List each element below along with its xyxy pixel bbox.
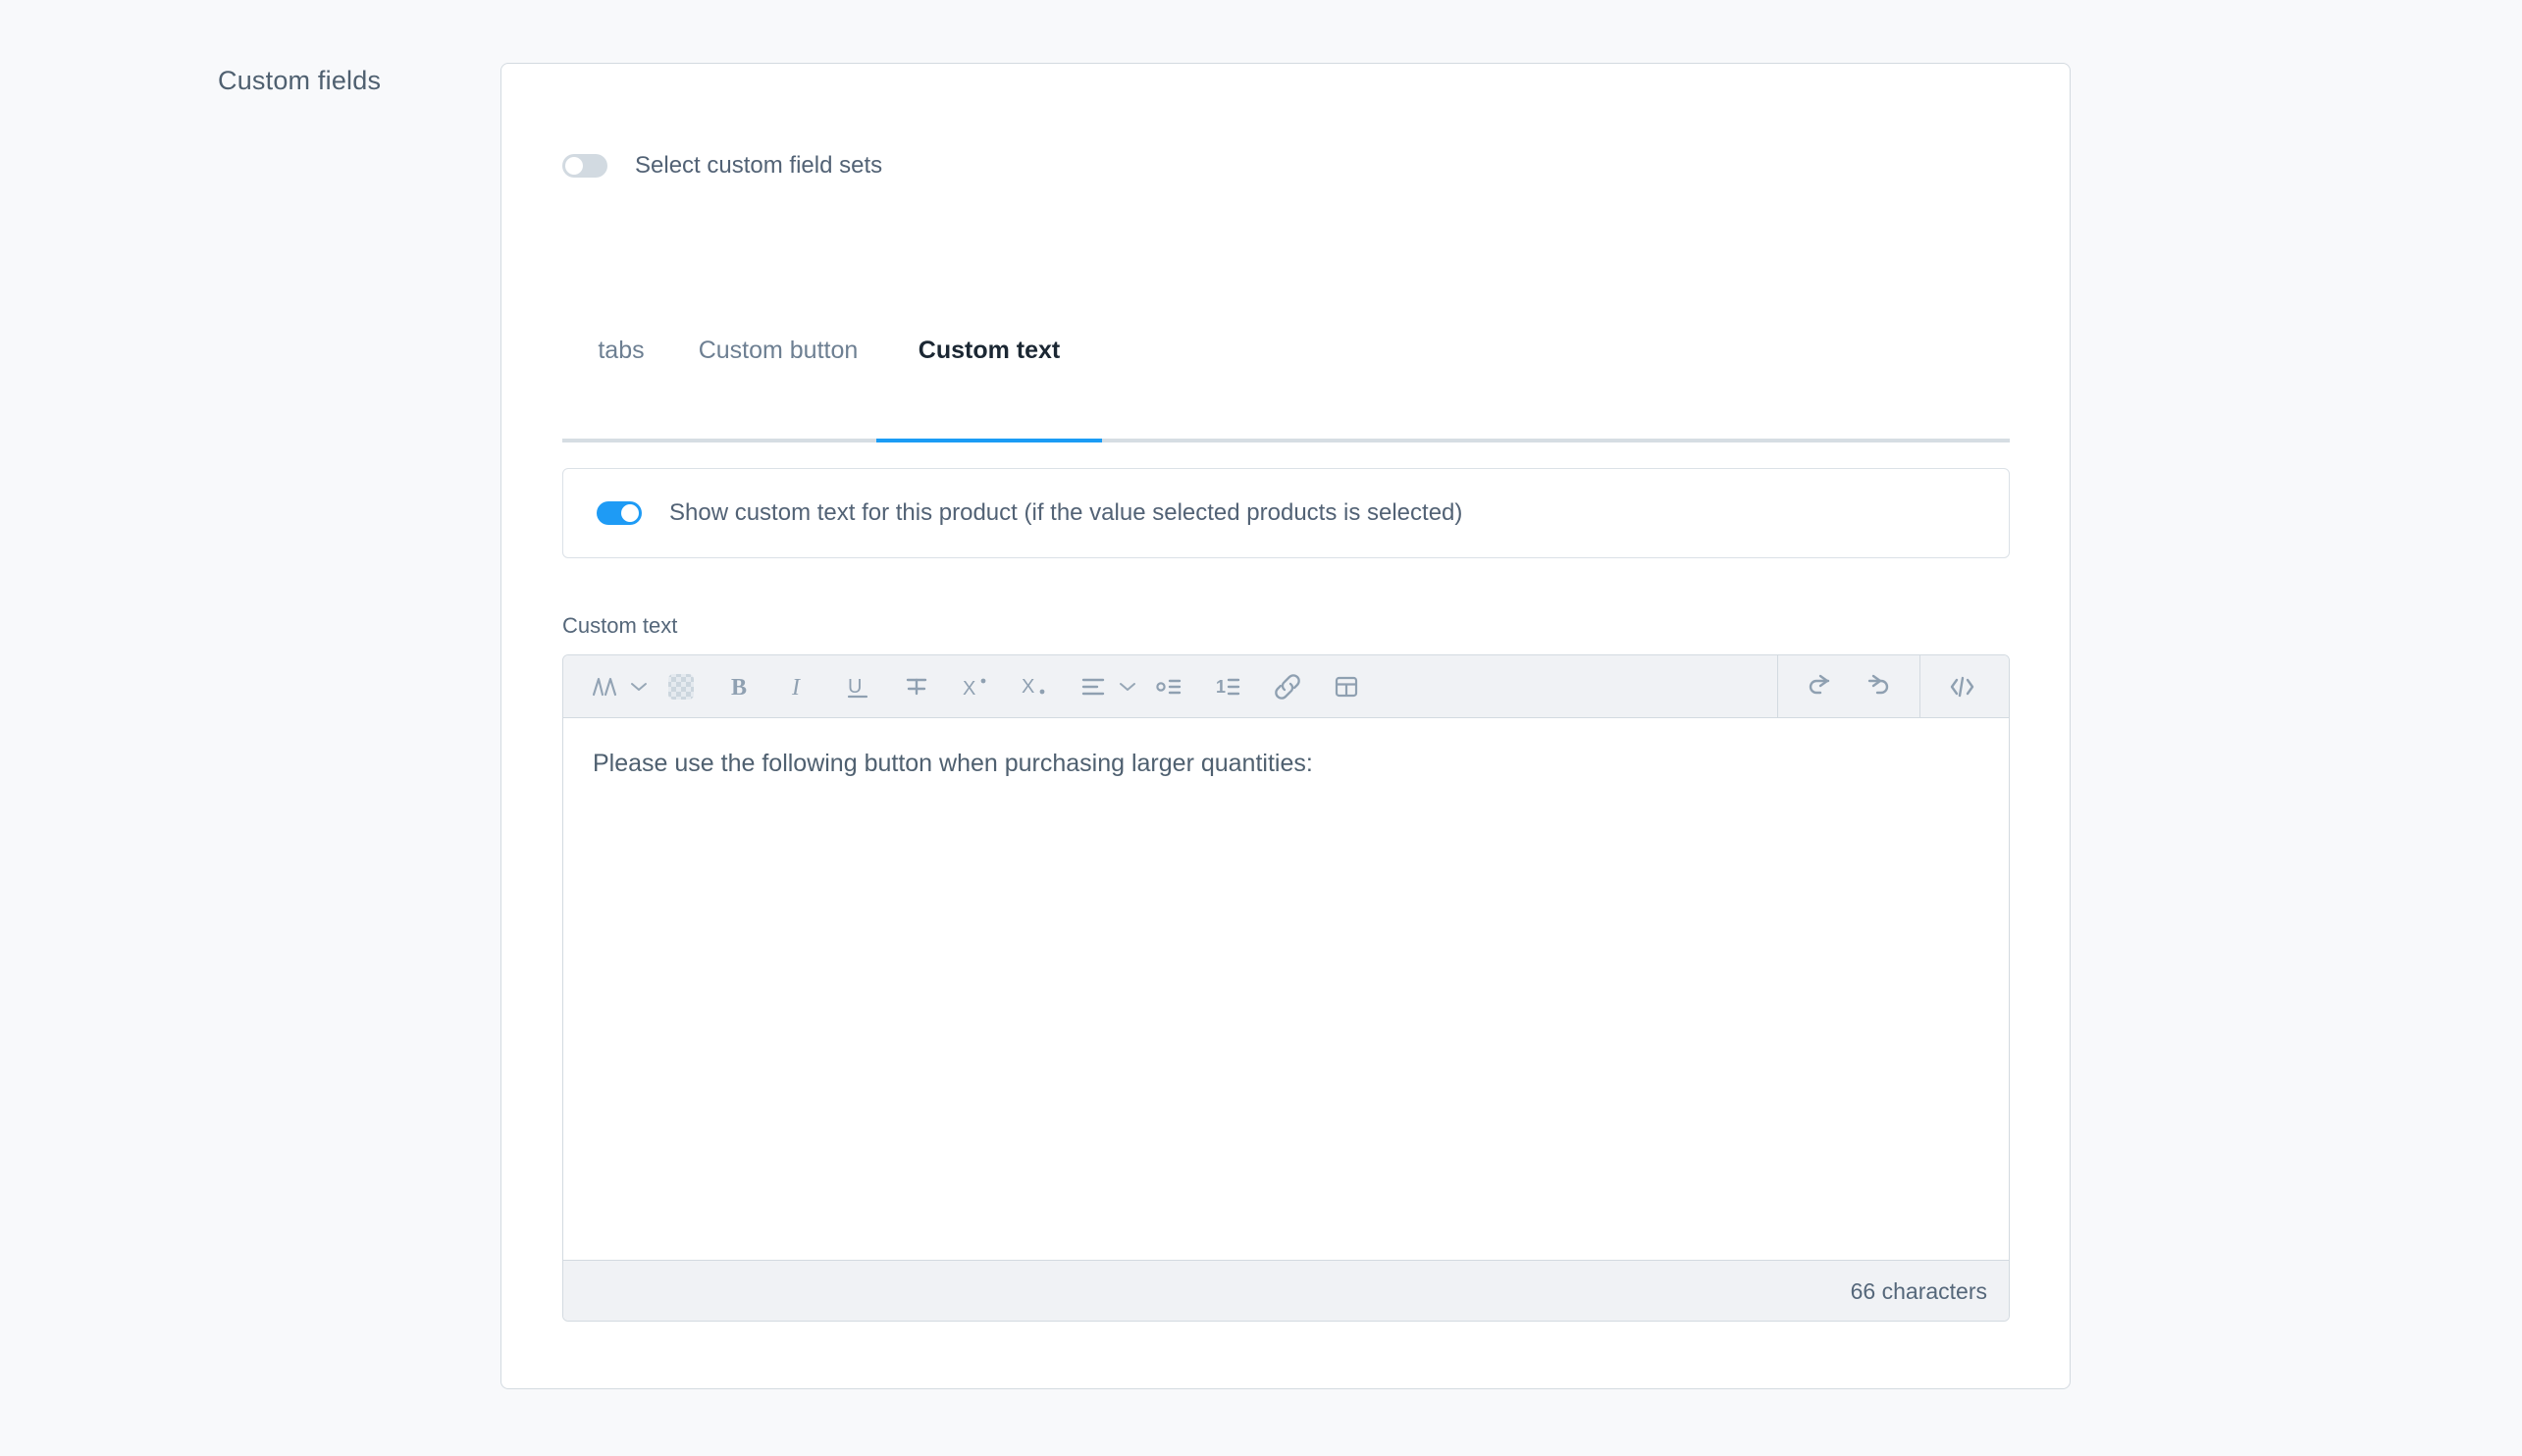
source-code-icon[interactable] [1939,664,1984,709]
table-icon[interactable] [1324,664,1369,709]
tab-custom-text[interactable]: Custom text [876,327,1102,437]
svg-text:I: I [791,675,801,701]
redo-icon[interactable] [1856,664,1901,709]
editor-toolbar-left-group: B I U X X 1 [563,664,1376,709]
tab-tabs[interactable]: tabs [562,327,680,437]
editor-content[interactable]: Please use the following button when pur… [563,718,2009,1260]
subscript-icon[interactable]: X [1012,664,1057,709]
chevron-down-icon[interactable] [1119,681,1136,693]
rich-text-editor: B I U X X 1 Please use the following but… [562,654,2010,1322]
numbered-list-icon[interactable]: 1 [1206,664,1251,709]
svg-text:X: X [1022,676,1034,698]
show-custom-text-toggle[interactable] [597,501,642,525]
svg-text:U: U [848,676,862,698]
strikethrough-icon[interactable] [894,664,939,709]
align-group [1064,664,1140,709]
custom-text-field-label: Custom text [562,613,678,638]
align-icon[interactable] [1071,664,1116,709]
tab-custom-button[interactable]: Custom button [680,327,876,437]
tab-bar: tabs Custom button Custom text [562,327,2010,442]
bold-icon[interactable]: B [717,664,762,709]
chevron-down-icon[interactable] [630,681,648,693]
text-color-icon[interactable] [658,664,704,709]
editor-toolbar-right-group [1765,655,2009,717]
section-title: Custom fields [218,66,382,95]
toggle-knob [621,504,639,522]
font-format-group [575,664,652,709]
tab-baseline [562,439,2010,442]
underline-icon[interactable]: U [835,664,880,709]
character-count: 66 characters [1850,1277,1987,1304]
svg-text:B: B [731,675,747,701]
toggle-knob [565,157,583,175]
page-root: Custom fields Select custom field sets t… [0,0,2522,1456]
toolbar-divider [1919,655,1920,717]
undo-icon[interactable] [1797,664,1842,709]
font-format-icon[interactable] [582,664,627,709]
toolbar-divider [1777,655,1778,717]
select-custom-field-sets-toggle[interactable] [562,154,607,178]
editor-toolbar: B I U X X 1 [563,655,2009,718]
link-icon[interactable] [1265,664,1310,709]
custom-fields-card: Select custom field sets tabs Custom but… [500,63,2071,1389]
select-custom-field-sets-label: Select custom field sets [635,152,883,179]
show-custom-text-panel: Show custom text for this product (if th… [562,468,2010,558]
show-custom-text-label: Show custom text for this product (if th… [669,499,1463,526]
editor-footer: 66 characters [563,1260,2009,1321]
svg-text:X: X [963,678,975,700]
select-custom-field-sets-row: Select custom field sets [562,152,882,180]
tab-active-indicator [876,439,1102,442]
bullet-list-icon[interactable] [1147,664,1192,709]
superscript-icon[interactable]: X [953,664,998,709]
italic-icon[interactable]: I [776,664,821,709]
svg-text:1: 1 [1216,677,1226,697]
